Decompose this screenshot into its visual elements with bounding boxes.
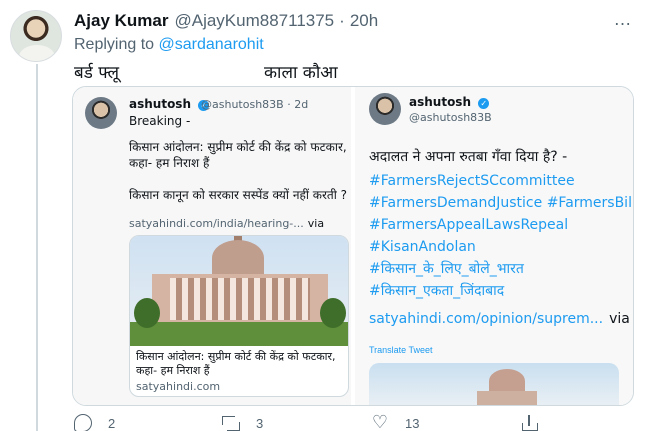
screenshot-avatar	[369, 93, 401, 125]
hashtag: #KisanAndolan	[369, 239, 476, 255]
replying-to: Replying to @sardanarohit	[74, 36, 264, 54]
screenshot-avatar	[85, 97, 117, 129]
news-card-domain: satyahindi.com	[136, 380, 221, 393]
building-pillars	[170, 278, 310, 320]
screenshot-line1: किसान आंदोलन: सुप्रीम कोर्ट की केंद्र को…	[129, 140, 347, 154]
reply-count: 2	[108, 415, 116, 431]
dome	[212, 240, 264, 276]
author-avatar[interactable]	[10, 10, 62, 62]
building-body	[477, 391, 537, 405]
tweet-text: बर्ड फ्लू काला कौआ	[74, 60, 634, 83]
lawn	[130, 322, 348, 346]
retweet-count: 3	[256, 415, 264, 431]
screenshot-link-url: satyahindi.com/india/hearing-...	[129, 217, 304, 230]
hashtag: #किसान_एकता_जिंदाबाद	[369, 283, 505, 299]
tweet-actions: 2 3 ♡ 13	[74, 412, 634, 431]
screenshot-line2: कहा- हम निराश हैं	[129, 156, 210, 170]
screenshot-author-name-text: ashutosh	[129, 97, 191, 111]
hashtag: #FarmersAppealLawsRepeal	[369, 217, 569, 233]
share-button[interactable]	[520, 414, 554, 431]
reply-button[interactable]: 2	[74, 414, 115, 431]
screenshot-author-handle: @ashutosh83B · 2d	[201, 98, 309, 111]
author-name[interactable]: Ajay Kumar	[74, 11, 168, 31]
tweet-text-right: काला कौआ	[264, 63, 338, 83]
verified-icon: ✓	[478, 98, 490, 109]
replying-to-label: Replying to	[74, 36, 155, 53]
screenshot-link-url: satyahindi.com/opinion/suprem...	[369, 311, 604, 327]
reply-icon	[74, 414, 92, 431]
replying-to-mention[interactable]: @sardanarohit	[159, 36, 264, 53]
thread-connector-line	[36, 64, 38, 431]
tweet-header: Ajay Kumar @AjayKum88711375 · 20h	[74, 10, 634, 32]
hashtag: #किसान_के_लिए_बोले_भारत	[369, 261, 524, 277]
separator-dot: ·	[339, 11, 345, 30]
screenshot-author-name: ashutosh ✓	[409, 95, 490, 109]
hashtag: #FarmersRejectSCcommittee	[369, 173, 575, 189]
screenshot-link: satyahindi.com/india/hearing-... via	[129, 217, 324, 230]
screenshot-link: satyahindi.com/opinion/suprem... via	[369, 309, 630, 330]
screenshot-author-name-text: ashutosh	[409, 95, 471, 109]
tree	[320, 298, 346, 328]
supreme-court-photo	[130, 236, 348, 346]
retweet-icon	[222, 414, 240, 431]
media-image-right[interactable]: ashutosh ✓ @ashutosh83B अदालत ने अपना रु…	[355, 87, 634, 405]
author-handle[interactable]: @AjayKum88711375	[174, 11, 334, 31]
more-options-icon[interactable]: …	[612, 10, 634, 30]
tweet-time[interactable]: 20h	[350, 11, 378, 31]
tweet-media[interactable]: ashutosh ✓ @ashutosh83B · 2d Breaking - …	[72, 86, 634, 406]
avatar-shirt	[19, 45, 55, 61]
translate-tweet-link: Translate Tweet	[369, 345, 433, 355]
screenshot-line3: किसान कानून को सरकार सस्पेंड क्यों नहीं …	[129, 188, 348, 202]
screenshot-text: अदालत ने अपना रुतबा गँवा दिया है? -	[369, 149, 568, 165]
media-image-left[interactable]: ashutosh ✓ @ashutosh83B · 2d Breaking - …	[73, 87, 353, 405]
news-link-card: किसान आंदोलन: सुप्रीम कोर्ट की केंद्र को…	[129, 235, 349, 397]
dome	[489, 369, 525, 393]
heart-icon: ♡	[371, 412, 389, 431]
tweet-text-left: बर्ड फ्लू	[74, 63, 120, 83]
like-button[interactable]: ♡ 13	[371, 412, 420, 431]
hashtag: #FarmersDemandJustice #FarmersBill	[369, 195, 634, 211]
like-count: 13	[405, 415, 420, 431]
supreme-court-photo	[369, 363, 619, 405]
screenshot-breaking: Breaking -	[129, 114, 191, 128]
screenshot-link-via: via	[307, 217, 325, 230]
screenshot-author-name: ashutosh ✓	[129, 97, 210, 111]
screenshot-author-handle: @ashutosh83B	[409, 111, 492, 124]
retweet-button[interactable]: 3	[222, 414, 263, 431]
news-card-title: किसान आंदोलन: सुप्रीम कोर्ट की केंद्र को…	[136, 350, 336, 377]
share-icon	[520, 414, 538, 431]
screenshot-link-via: via	[609, 311, 630, 327]
tree	[134, 298, 160, 328]
